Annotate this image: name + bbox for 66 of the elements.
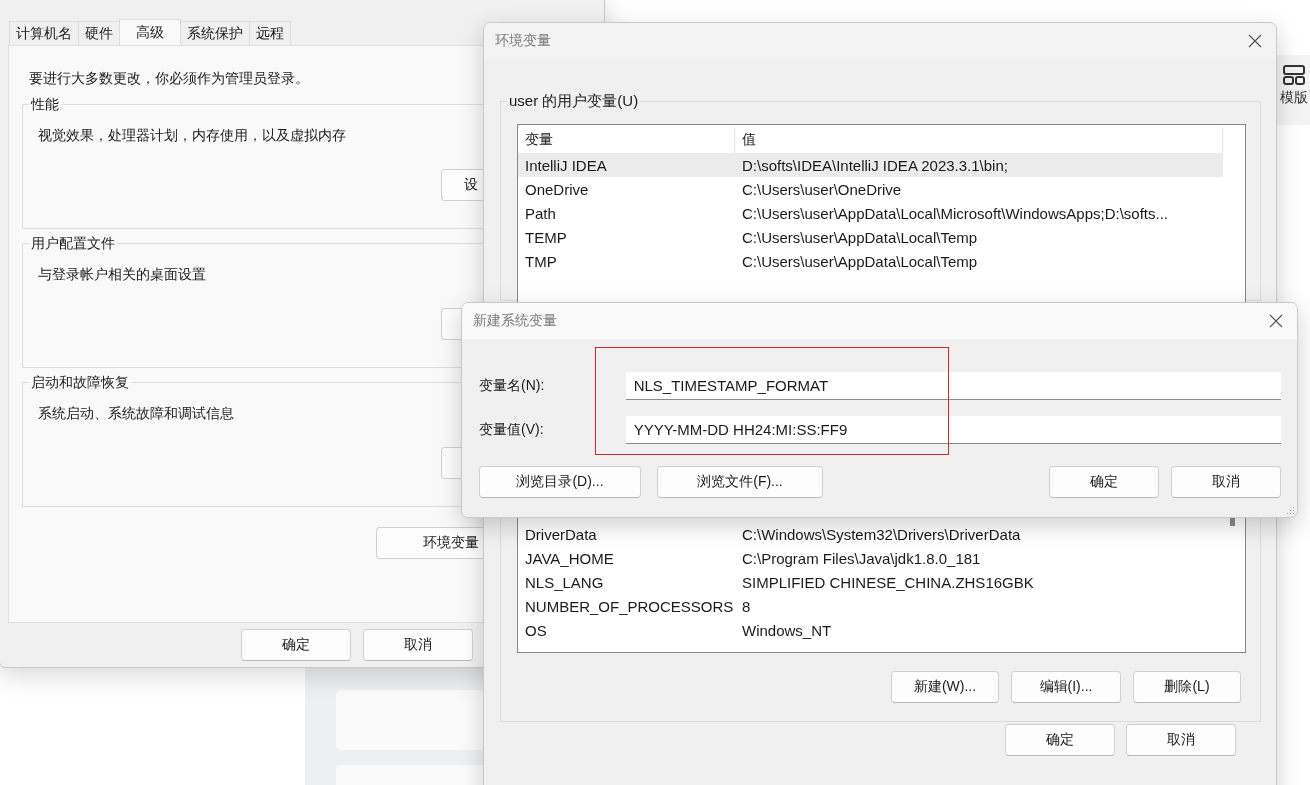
cancel-button[interactable]: 取消 [1171, 466, 1281, 498]
group-description: 与登录帐户相关的桌面设置 [38, 266, 206, 284]
table-row[interactable]: JAVA_HOME C:\Program Files\Java\jdk1.8.0_181 [518, 546, 1223, 570]
variable-value: C:\Users\user\AppData\Local\Microsoft\WindowsApps;D:\softs... [741, 204, 1169, 222]
environment-variables-button[interactable]: 环境变量 [376, 527, 483, 559]
group-title: user 的用户变量(U) [507, 92, 641, 111]
variable-value: C:\Users\user\OneDrive [741, 180, 903, 198]
table-row[interactable]: TEMP C:\Users\user\AppData\Local\Temp [518, 225, 1223, 249]
browse-directory-button[interactable]: 浏览目录(D)... [479, 466, 641, 498]
variable-name: OneDrive [524, 180, 590, 198]
variable-name: Path [524, 204, 557, 222]
variable-name: NUMBER_OF_PROCESSORS [524, 597, 735, 615]
table-row[interactable]: OneDrive C:\Users\user\OneDrive [518, 177, 1223, 201]
variable-value: D:\softs\IDEA\IntelliJ IDEA 2023.3.1\bin; [741, 156, 1009, 174]
variable-value: 8 [741, 597, 752, 615]
variable-value: C:\Program Files\Java\jdk1.8.0_181 [741, 549, 982, 567]
group-description: 系统启动、系统故障和调试信息 [38, 405, 234, 423]
group-title: 性能 [29, 96, 61, 112]
table-row[interactable]: Path C:\Users\user\AppData\Local\Microsoft\WindowsApps;D:\softs... [518, 201, 1223, 225]
variable-value: C:\Windows\System32\Drivers\DriverData [741, 525, 1022, 543]
variable-name: TEMP [524, 228, 568, 246]
table-row[interactable]: NUMBER_OF_PROCESSORS 8 [518, 594, 1223, 618]
tab[interactable]: 远程 [249, 21, 291, 45]
variable-name: NLS_LANG [524, 573, 605, 591]
variable-name: OS [524, 621, 548, 639]
field-label: 变量值(V): [479, 421, 545, 439]
edit-button[interactable]: 编辑(I)... [1011, 671, 1121, 703]
delete-button[interactable]: 删除(L) [1133, 671, 1241, 703]
variable-name: TMP [524, 252, 558, 270]
variable-value: SIMPLIFIED CHINESE_CHINA.ZHS16GBK [741, 573, 1035, 591]
variable-name: JAVA_HOME [524, 549, 615, 567]
window-title: 新建系统变量 [473, 312, 557, 330]
ok-button[interactable]: 确定 [1005, 724, 1115, 756]
field-label: 变量名(N): [479, 377, 546, 395]
group-title: 启动和故障恢复 [29, 374, 131, 390]
close-icon[interactable] [1269, 314, 1283, 328]
variable-value: C:\Users\user\AppData\Local\Temp [741, 228, 979, 246]
input-field[interactable]: YYYY-MM-DD HH24:MI:SS:FF9 [625, 416, 1281, 444]
tab[interactable]: 计算机名 [9, 21, 79, 45]
table-row[interactable]: DriverData C:\Windows\System32\Drivers\DriverData [518, 522, 1223, 546]
browse-file-button[interactable]: 浏览文件(F)... [657, 466, 823, 498]
layout-icon[interactable] [1282, 63, 1306, 87]
group-description: 视觉效果，处理器计划，内存使用，以及虚拟内存 [38, 127, 346, 145]
table-row[interactable]: TMP C:\Users\user\AppData\Local\Temp [518, 249, 1223, 273]
table-row[interactable]: IntelliJ IDEA D:\softs\IDEA\IntelliJ IDEA 2023.3.1\bin; [518, 153, 1223, 177]
side-label[interactable]: 模版 [1280, 89, 1308, 107]
new-button[interactable]: 新建(W)... [891, 671, 999, 703]
variable-value: C:\Users\user\AppData\Local\Temp [741, 252, 979, 270]
input-field[interactable]: NLS_TIMESTAMP_FORMAT [625, 372, 1281, 400]
variable-value: Windows_NT [741, 621, 833, 639]
group-title: 用户配置文件 [29, 235, 117, 251]
ok-button[interactable]: 确定 [1049, 466, 1159, 498]
settings-button[interactable]: 设 [441, 169, 483, 201]
variable-name: DriverData [524, 525, 598, 543]
tab[interactable]: 高级 [119, 19, 181, 45]
close-icon[interactable] [1248, 34, 1262, 48]
table-row[interactable]: OS Windows_NT [518, 618, 1223, 642]
admin-notice: 要进行大多数更改，你必须作为管理员登录。 [28, 70, 310, 88]
scrollbar-thumb[interactable] [1230, 518, 1235, 526]
resize-grip-icon[interactable] [1285, 505, 1295, 515]
ok-button[interactable]: 确定 [241, 629, 351, 662]
variable-name: IntelliJ IDEA [524, 156, 608, 174]
window-title: 环境变量 [495, 32, 551, 50]
cancel-button[interactable]: 取消 [1126, 724, 1236, 756]
table-row[interactable]: NLS_LANG SIMPLIFIED CHINESE_CHINA.ZHS16GBK [518, 570, 1223, 594]
cancel-button[interactable]: 取消 [363, 629, 473, 662]
